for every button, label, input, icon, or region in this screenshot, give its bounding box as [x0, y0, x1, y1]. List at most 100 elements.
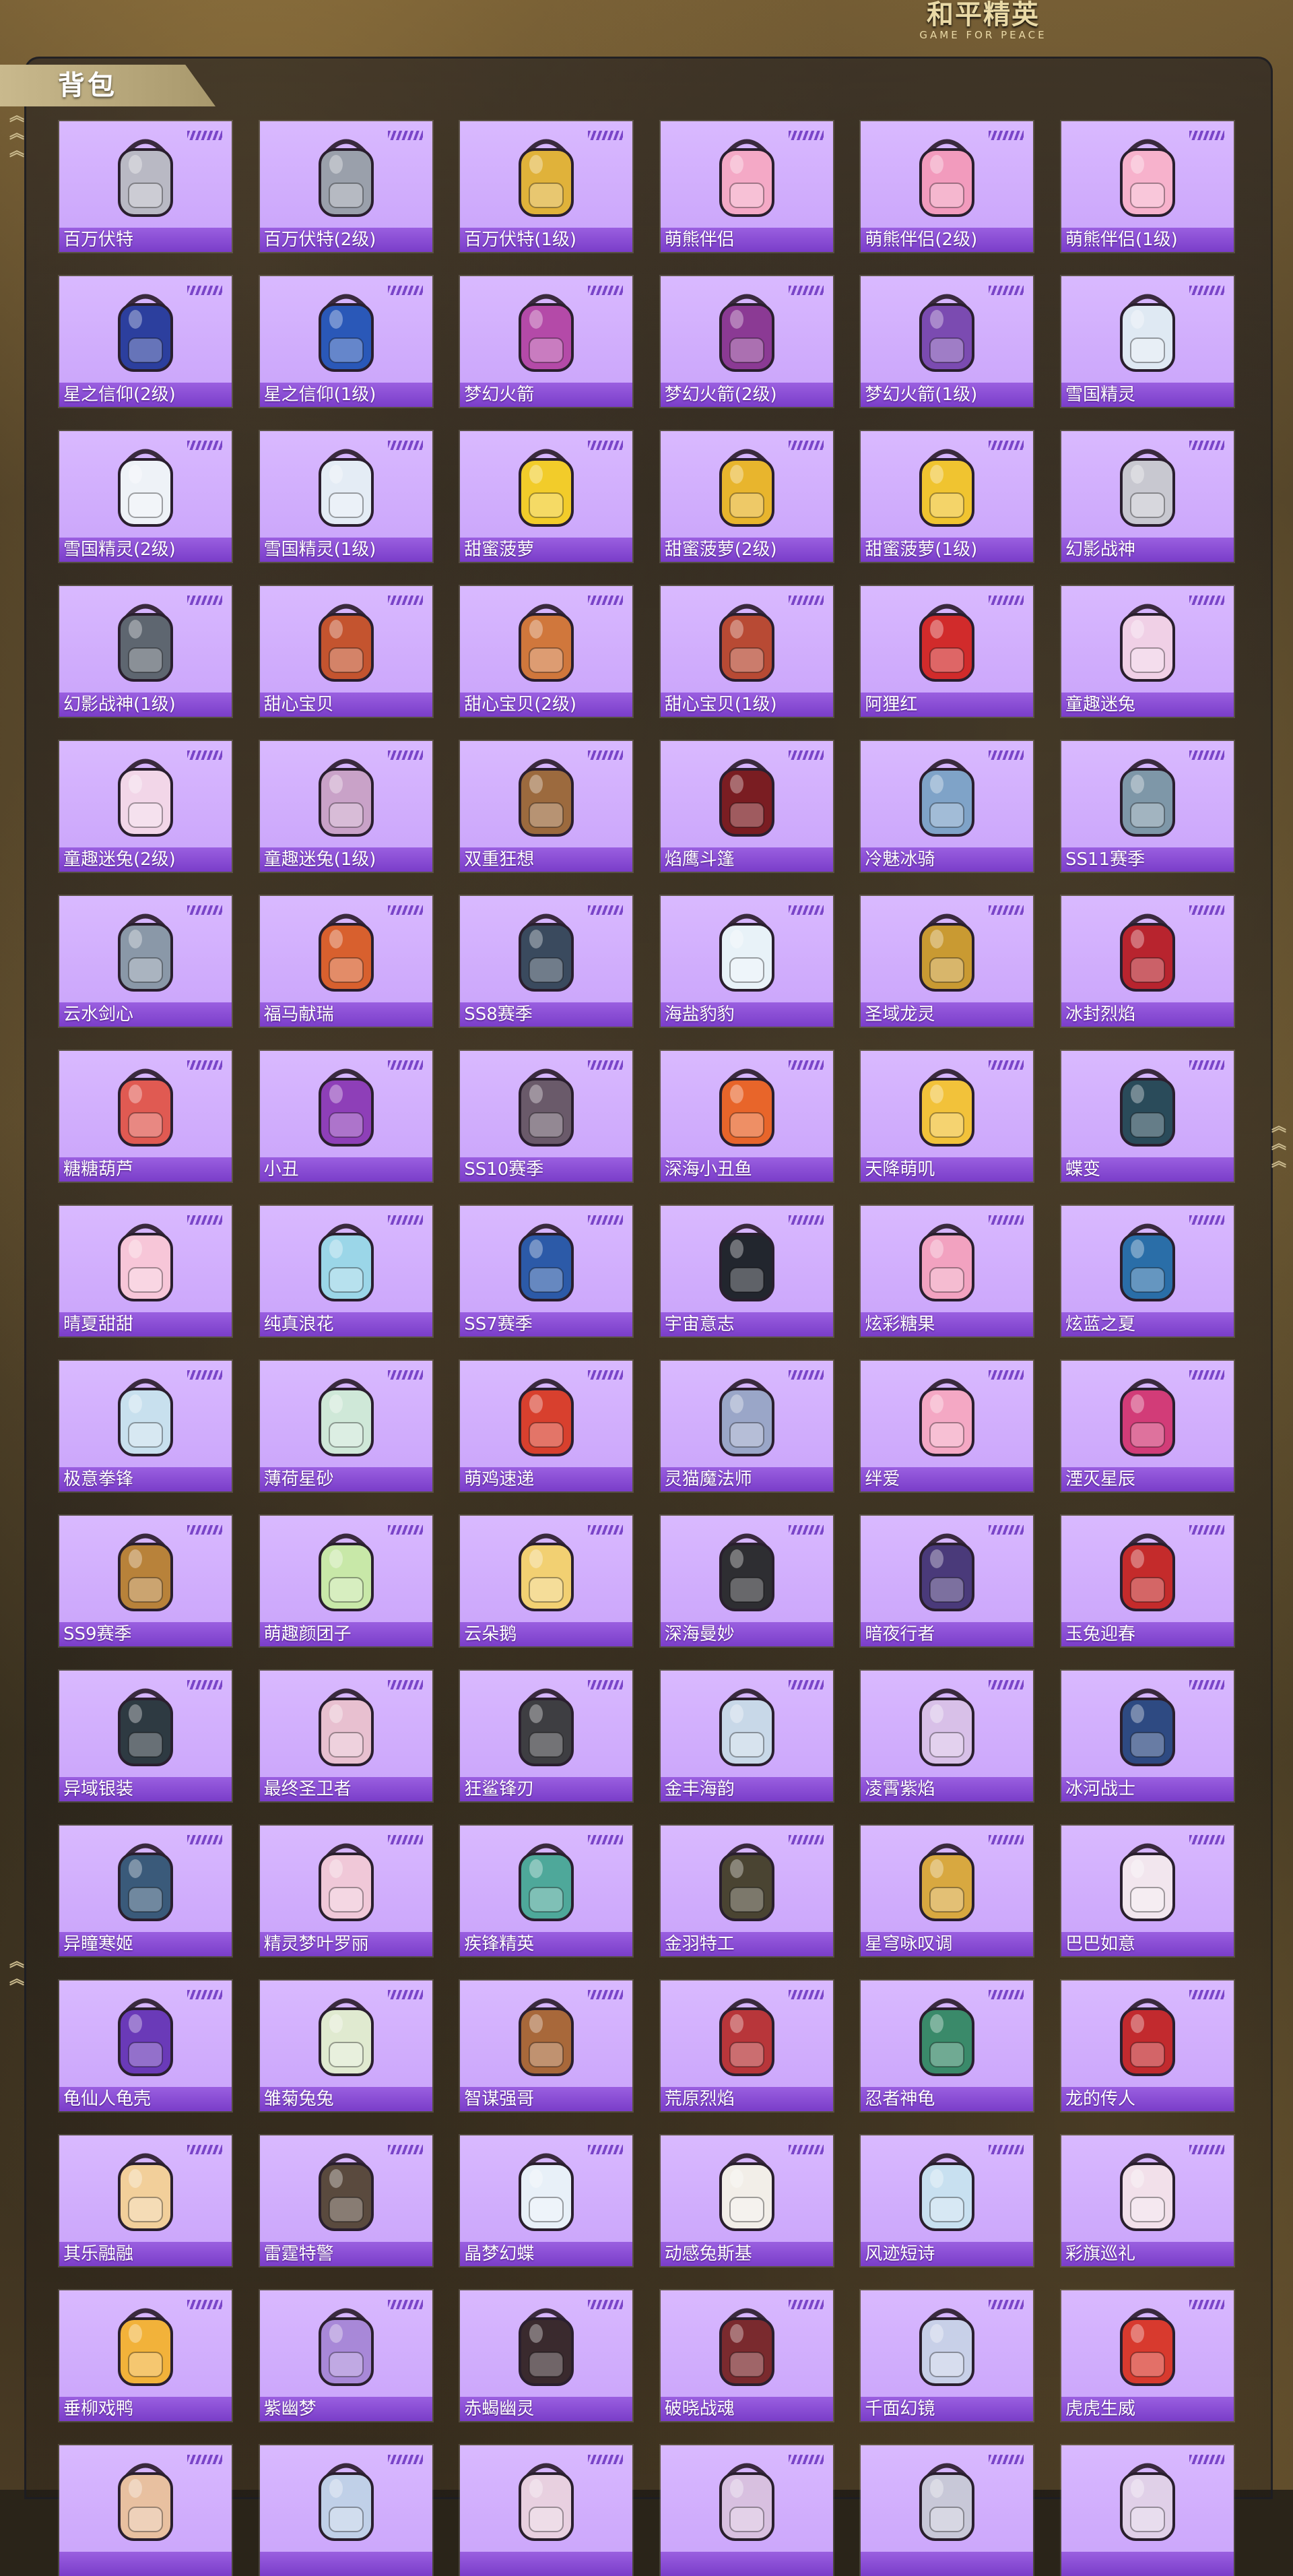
backpack-card[interactable]: 萌熊伴侣: [660, 121, 833, 252]
backpack-card[interactable]: 绊爱: [861, 1361, 1034, 1491]
backpack-card[interactable]: 星之信仰(2级): [59, 276, 232, 407]
backpack-card[interactable]: [59, 2445, 232, 2576]
backpack-card[interactable]: 福马献瑞: [259, 896, 432, 1027]
backpack-card[interactable]: 天降萌叽: [861, 1051, 1034, 1182]
backpack-card[interactable]: 双重狂想: [460, 741, 633, 872]
backpack-card[interactable]: 灵猫魔法师: [660, 1361, 833, 1491]
backpack-card[interactable]: 云朵鹅: [460, 1516, 633, 1646]
backpack-card[interactable]: 甜蜜菠萝(1级): [861, 431, 1034, 562]
backpack-card[interactable]: 萌趣颜团子: [259, 1516, 432, 1646]
backpack-card[interactable]: 童趣迷兔(2级): [59, 741, 232, 872]
backpack-card[interactable]: 深海小丑鱼: [660, 1051, 833, 1182]
backpack-card[interactable]: 小丑: [259, 1051, 432, 1182]
backpack-card[interactable]: 金羽特工: [660, 1826, 833, 1956]
backpack-label-bar: 云水剑心: [59, 1002, 232, 1027]
backpack-card[interactable]: 纯真浪花: [259, 1206, 432, 1337]
backpack-card[interactable]: 凌霄紫焰: [861, 1671, 1034, 1801]
backpack-card[interactable]: 其乐融融: [59, 2135, 232, 2266]
backpack-card[interactable]: [1061, 2445, 1234, 2576]
backpack-card[interactable]: 异瞳寒姬: [59, 1826, 232, 1956]
backpack-card[interactable]: SS8赛季: [460, 896, 633, 1027]
backpack-card[interactable]: 百万伏特(2级): [259, 121, 432, 252]
backpack-card[interactable]: 晴夏甜甜: [59, 1206, 232, 1337]
backpack-card[interactable]: 百万伏特(1级): [460, 121, 633, 252]
backpack-card[interactable]: 虎虎生威: [1061, 2290, 1234, 2421]
backpack-card[interactable]: 雏菊兔兔: [259, 1981, 432, 2111]
backpack-card[interactable]: 梦幻火箭: [460, 276, 633, 407]
backpack-card[interactable]: 焰鹰斗篷: [660, 741, 833, 872]
backpack-card[interactable]: SS10赛季: [460, 1051, 633, 1182]
backpack-card[interactable]: 萌熊伴侣(2级): [861, 121, 1034, 252]
backpack-card[interactable]: 幻影战神(1级): [59, 586, 232, 717]
backpack-card[interactable]: 冰河战士: [1061, 1671, 1234, 1801]
backpack-card[interactable]: 垂柳戏鸭: [59, 2290, 232, 2421]
backpack-card[interactable]: 梦幻火箭(2级): [660, 276, 833, 407]
backpack-card[interactable]: 甜心宝贝(2级): [460, 586, 633, 717]
backpack-card[interactable]: 金丰海韵: [660, 1671, 833, 1801]
backpack-card[interactable]: 玉兔迎春: [1061, 1516, 1234, 1646]
backpack-card[interactable]: 龟仙人龟壳: [59, 1981, 232, 2111]
backpack-card[interactable]: 星之信仰(1级): [259, 276, 432, 407]
backpack-card[interactable]: 疾锋精英: [460, 1826, 633, 1956]
backpack-card[interactable]: SS9赛季: [59, 1516, 232, 1646]
backpack-card[interactable]: 甜蜜菠萝: [460, 431, 633, 562]
backpack-card[interactable]: 幻影战神: [1061, 431, 1234, 562]
backpack-card[interactable]: [861, 2445, 1034, 2576]
backpack-card[interactable]: SS7赛季: [460, 1206, 633, 1337]
backpack-card[interactable]: 萌鸡速递: [460, 1361, 633, 1491]
backpack-card[interactable]: 赤蝎幽灵: [460, 2290, 633, 2421]
backpack-card[interactable]: 雪国精灵(2级): [59, 431, 232, 562]
backpack-card[interactable]: 精灵梦叶罗丽: [259, 1826, 432, 1956]
backpack-card[interactable]: 荒原烈焰: [660, 1981, 833, 2111]
backpack-card[interactable]: 宇宙意志: [660, 1206, 833, 1337]
backpack-card[interactable]: 彩旗巡礼: [1061, 2135, 1234, 2266]
backpack-card[interactable]: 星穹咏叹调: [861, 1826, 1034, 1956]
backpack-card[interactable]: 薄荷星砂: [259, 1361, 432, 1491]
backpack-card[interactable]: 湮灭星辰: [1061, 1361, 1234, 1491]
backpack-card[interactable]: 千面幻镜: [861, 2290, 1034, 2421]
backpack-card[interactable]: 雷霆特警: [259, 2135, 432, 2266]
backpack-name: 小丑: [263, 1159, 299, 1180]
backpack-card[interactable]: 破晓战魂: [660, 2290, 833, 2421]
backpack-card[interactable]: SS11赛季: [1061, 741, 1234, 872]
backpack-card[interactable]: 梦幻火箭(1级): [861, 276, 1034, 407]
backpack-card[interactable]: 阿狸红: [861, 586, 1034, 717]
backpack-card[interactable]: 巴巴如意: [1061, 1826, 1234, 1956]
backpack-card[interactable]: 忍者神龟: [861, 1981, 1034, 2111]
backpack-card[interactable]: 龙的传人: [1061, 1981, 1234, 2111]
backpack-card[interactable]: [259, 2445, 432, 2576]
backpack-card[interactable]: 圣域龙灵: [861, 896, 1034, 1027]
backpack-card[interactable]: 甜心宝贝(1级): [660, 586, 833, 717]
backpack-card[interactable]: 糖糖葫芦: [59, 1051, 232, 1182]
backpack-card[interactable]: 云水剑心: [59, 896, 232, 1027]
backpack-card[interactable]: 炫蓝之夏: [1061, 1206, 1234, 1337]
backpack-card[interactable]: 最终圣卫者: [259, 1671, 432, 1801]
backpack-card[interactable]: 狂鲨锋刃: [460, 1671, 633, 1801]
backpack-card[interactable]: 风迹短诗: [861, 2135, 1034, 2266]
backpack-card[interactable]: 深海曼妙: [660, 1516, 833, 1646]
backpack-card[interactable]: 甜蜜菠萝(2级): [660, 431, 833, 562]
backpack-card[interactable]: 炫彩糖果: [861, 1206, 1034, 1337]
backpack-card[interactable]: 冷魅冰骑: [861, 741, 1034, 872]
backpack-card[interactable]: 紫幽梦: [259, 2290, 432, 2421]
backpack-card[interactable]: 暗夜行者: [861, 1516, 1034, 1646]
backpack-card[interactable]: 冰封烈焰: [1061, 896, 1234, 1027]
rarity-stripes-icon: [187, 1215, 222, 1225]
backpack-card[interactable]: 极意拳锋: [59, 1361, 232, 1491]
backpack-card[interactable]: 萌熊伴侣(1级): [1061, 121, 1234, 252]
backpack-name: 千面幻镜: [865, 2399, 935, 2419]
backpack-card[interactable]: 异域银装: [59, 1671, 232, 1801]
backpack-card[interactable]: 海盐豹豹: [660, 896, 833, 1027]
backpack-card[interactable]: 智谋强哥: [460, 1981, 633, 2111]
backpack-card[interactable]: 百万伏特: [59, 121, 232, 252]
backpack-card[interactable]: [460, 2445, 633, 2576]
backpack-card[interactable]: 童趣迷兔(1级): [259, 741, 432, 872]
backpack-card[interactable]: 晶梦幻蝶: [460, 2135, 633, 2266]
backpack-card[interactable]: 甜心宝贝: [259, 586, 432, 717]
backpack-card[interactable]: [660, 2445, 833, 2576]
backpack-card[interactable]: 蝶变: [1061, 1051, 1234, 1182]
backpack-card[interactable]: 动感兔斯基: [660, 2135, 833, 2266]
backpack-card[interactable]: 雪国精灵(1级): [259, 431, 432, 562]
backpack-card[interactable]: 童趣迷兔: [1061, 586, 1234, 717]
backpack-card[interactable]: 雪国精灵: [1061, 276, 1234, 407]
